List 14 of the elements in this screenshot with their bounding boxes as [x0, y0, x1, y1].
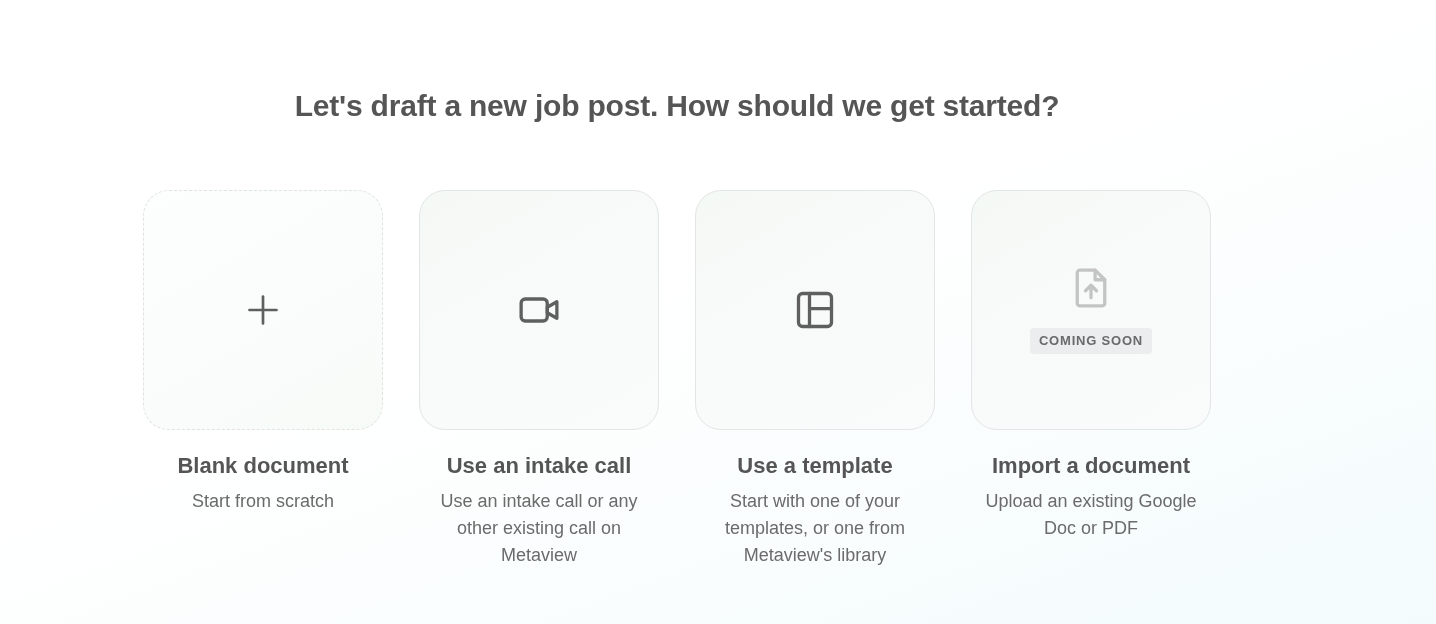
option-card[interactable] — [695, 190, 935, 430]
option-description: Upload an existing Google Doc or PDF — [984, 490, 1198, 540]
option-card[interactable] — [143, 190, 383, 430]
option-description: Use an intake call or any other existing call on Metaview — [439, 490, 639, 567]
option-title: Blank document — [177, 452, 349, 480]
option-card[interactable] — [419, 190, 659, 430]
plus-icon — [245, 292, 281, 328]
option-description: Start from scratch — [191, 490, 335, 513]
option-title: Use an intake call — [446, 452, 632, 480]
page-heading: Let's draft a new job post. How should we get started? — [293, 88, 1061, 124]
status-badge: COMING SOON — [1029, 328, 1153, 354]
option-description: Start with one of your templates, or one from Metaview's library — [723, 490, 907, 567]
option-title: Use a template — [737, 452, 893, 480]
option-title: Import a document — [992, 452, 1190, 480]
